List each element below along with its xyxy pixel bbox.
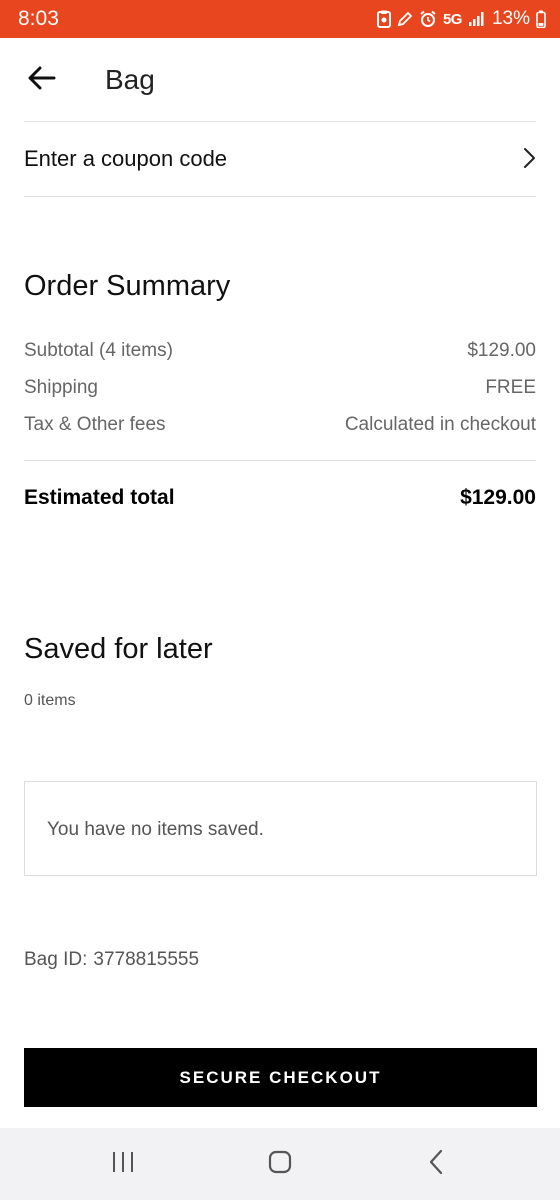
coupon-code-row[interactable]: Enter a coupon code [0,122,560,196]
app-header: Bag [0,38,560,122]
tax-value: Calculated in checkout [344,414,536,435]
arrow-left-icon [28,66,56,95]
saved-items-count: 0 items [24,692,76,709]
status-icons: 5G 13% [376,8,546,30]
bag-id-label: Bag ID: [24,949,88,970]
estimated-total-label: Estimated total [24,486,175,509]
subtotal-value: $129.00 [467,340,536,361]
battery-icon [536,10,546,28]
nav-back-icon [428,1149,444,1180]
alarm-icon [419,10,437,28]
saved-items-empty-state: You have no items saved. [24,781,537,876]
home-icon [268,1150,292,1179]
divider [24,460,536,461]
empty-message: You have no items saved. [47,819,264,840]
system-nav-bar [0,1128,560,1200]
shipping-label: Shipping [24,377,98,398]
saved-for-later-title: Saved for later [24,633,213,665]
pencil-icon [397,11,413,27]
status-bar: 8:03 5G 13% [0,0,560,38]
clipboard-icon [376,10,391,28]
bag-id-value: 3778815555 [93,949,200,970]
order-summary-title: Order Summary [24,270,231,302]
tax-label: Tax & Other fees [24,414,166,435]
battery-percent: 13% [491,8,530,29]
signal-icon [468,11,486,27]
summary-row-subtotal: Subtotal (4 items) $129.00 [24,340,536,366]
back-button[interactable] [22,60,62,100]
recent-apps-icon [111,1151,135,1178]
nav-back-button[interactable] [414,1148,458,1180]
divider [24,196,536,197]
bag-id: Bag ID: 3778815555 [24,949,199,971]
status-time: 8:03 [18,7,59,30]
estimated-total-row: Estimated total $129.00 [24,486,536,516]
shipping-value: FREE [485,377,536,398]
page-title: Bag [105,64,155,95]
chevron-right-icon [522,147,536,174]
estimated-total-value: $129.00 [460,486,536,509]
subtotal-label: Subtotal (4 items) [24,340,173,361]
coupon-label: Enter a coupon code [24,146,228,171]
home-button[interactable] [258,1148,302,1180]
secure-checkout-button[interactable]: SECURE CHECKOUT [24,1048,537,1107]
network-label: 5G [442,10,463,28]
summary-row-tax: Tax & Other fees Calculated in checkout [24,414,536,440]
summary-row-shipping: Shipping FREE [24,377,536,403]
recent-apps-button[interactable] [101,1148,145,1180]
